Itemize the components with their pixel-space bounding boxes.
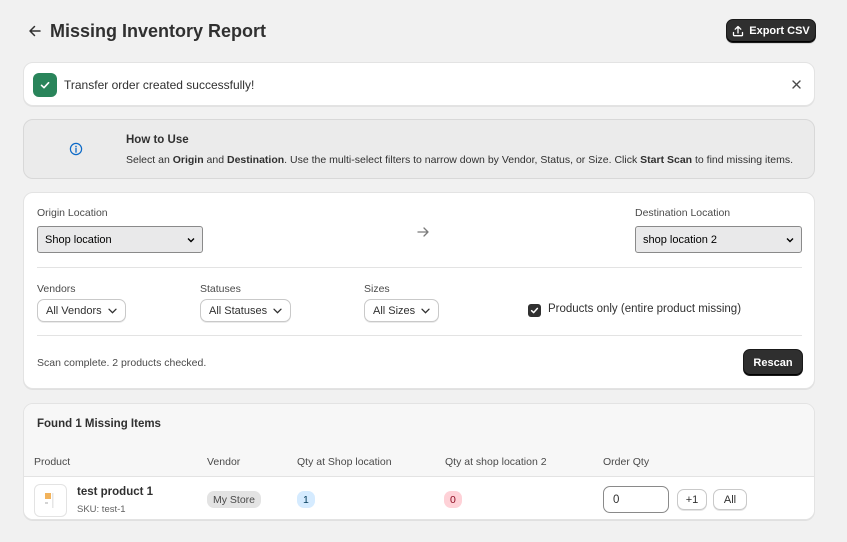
- chevron-down-icon: [421, 308, 430, 314]
- order-qty-input[interactable]: 0: [603, 486, 669, 513]
- chevron-down-icon: [187, 237, 195, 242]
- vendors-filter-button[interactable]: All Vendors: [37, 299, 126, 322]
- sizes-label: Sizes: [364, 283, 390, 295]
- dismiss-banner-button[interactable]: [788, 76, 804, 92]
- chevron-down-icon: [108, 308, 117, 314]
- column-header-product: Product: [34, 456, 71, 468]
- arrow-left-icon: [29, 25, 41, 37]
- table-row: test product 1 SKU: test-1 My Store 1 0 …: [24, 478, 814, 519]
- statuses-filter-button[interactable]: All Statuses: [200, 299, 292, 322]
- scan-filters-card: Origin Location Shop location Destinatio…: [23, 192, 815, 389]
- export-csv-button[interactable]: Export CSV: [726, 19, 816, 43]
- statuses-filter-value: All Statuses: [209, 304, 268, 317]
- checkmark-icon: [33, 73, 57, 97]
- success-banner: Transfer order created successfully!: [23, 62, 815, 106]
- vendors-label: Vendors: [37, 283, 76, 295]
- order-all-button[interactable]: All: [713, 489, 747, 510]
- product-image-placeholder-icon: [45, 493, 54, 508]
- info-icon: [69, 142, 83, 156]
- products-only-checkbox[interactable]: [528, 304, 541, 317]
- products-only-label: Products only (entire product missing): [548, 303, 742, 315]
- destination-location-label: Destination Location: [635, 207, 731, 219]
- how-to-use-text: Select an Origin and Destination. Use th…: [126, 154, 794, 166]
- vendor-badge: My Store: [207, 491, 262, 508]
- results-title: Found 1 Missing Items: [37, 418, 161, 430]
- column-header-vendor: Vendor: [207, 456, 241, 468]
- sizes-filter-button[interactable]: All Sizes: [364, 299, 440, 322]
- product-sku: SKU: test-1: [77, 504, 126, 515]
- vendors-filter-value: All Vendors: [46, 304, 102, 317]
- destination-location-select[interactable]: shop location 2: [635, 226, 802, 253]
- results-header: Found 1 Missing Items Product Vendor Qty…: [24, 404, 814, 477]
- origin-location-select[interactable]: Shop location: [37, 226, 203, 253]
- how-to-use-panel: How to Use Select an Origin and Destinat…: [23, 119, 815, 179]
- checkmark-icon: [530, 307, 539, 314]
- arrow-right-icon: [417, 227, 429, 237]
- chevron-down-icon: [273, 308, 282, 314]
- banner-message: Transfer order created successfully!: [64, 78, 255, 92]
- back-button[interactable]: [24, 20, 46, 42]
- page-title: Missing Inventory Report: [50, 21, 267, 41]
- column-header-order-qty: Order Qty: [603, 456, 650, 468]
- divider: [37, 335, 802, 336]
- how-to-use-title: How to Use: [126, 134, 189, 146]
- qty-origin-badge: 1: [297, 491, 315, 508]
- chevron-down-icon: [786, 237, 794, 242]
- destination-location-value: shop location 2: [643, 233, 717, 246]
- column-header-qty-origin: Qty at Shop location: [297, 456, 392, 468]
- column-header-qty-destination: Qty at shop location 2: [445, 456, 547, 468]
- rescan-button[interactable]: Rescan: [743, 349, 803, 376]
- product-name[interactable]: test product 1: [77, 486, 153, 498]
- add-one-button[interactable]: +1: [677, 489, 707, 510]
- origin-location-value: Shop location: [45, 233, 112, 246]
- divider: [37, 267, 802, 268]
- results-card: Found 1 Missing Items Product Vendor Qty…: [23, 403, 815, 520]
- statuses-label: Statuses: [200, 283, 241, 295]
- qty-destination-badge: 0: [444, 491, 462, 508]
- scan-status-text: Scan complete. 2 products checked.: [37, 357, 207, 369]
- origin-location-label: Origin Location: [37, 207, 108, 219]
- close-icon: [791, 79, 801, 89]
- sizes-filter-value: All Sizes: [373, 304, 416, 317]
- upload-icon: [733, 25, 744, 37]
- product-thumbnail: [34, 484, 67, 517]
- export-csv-label: Export CSV: [749, 25, 810, 37]
